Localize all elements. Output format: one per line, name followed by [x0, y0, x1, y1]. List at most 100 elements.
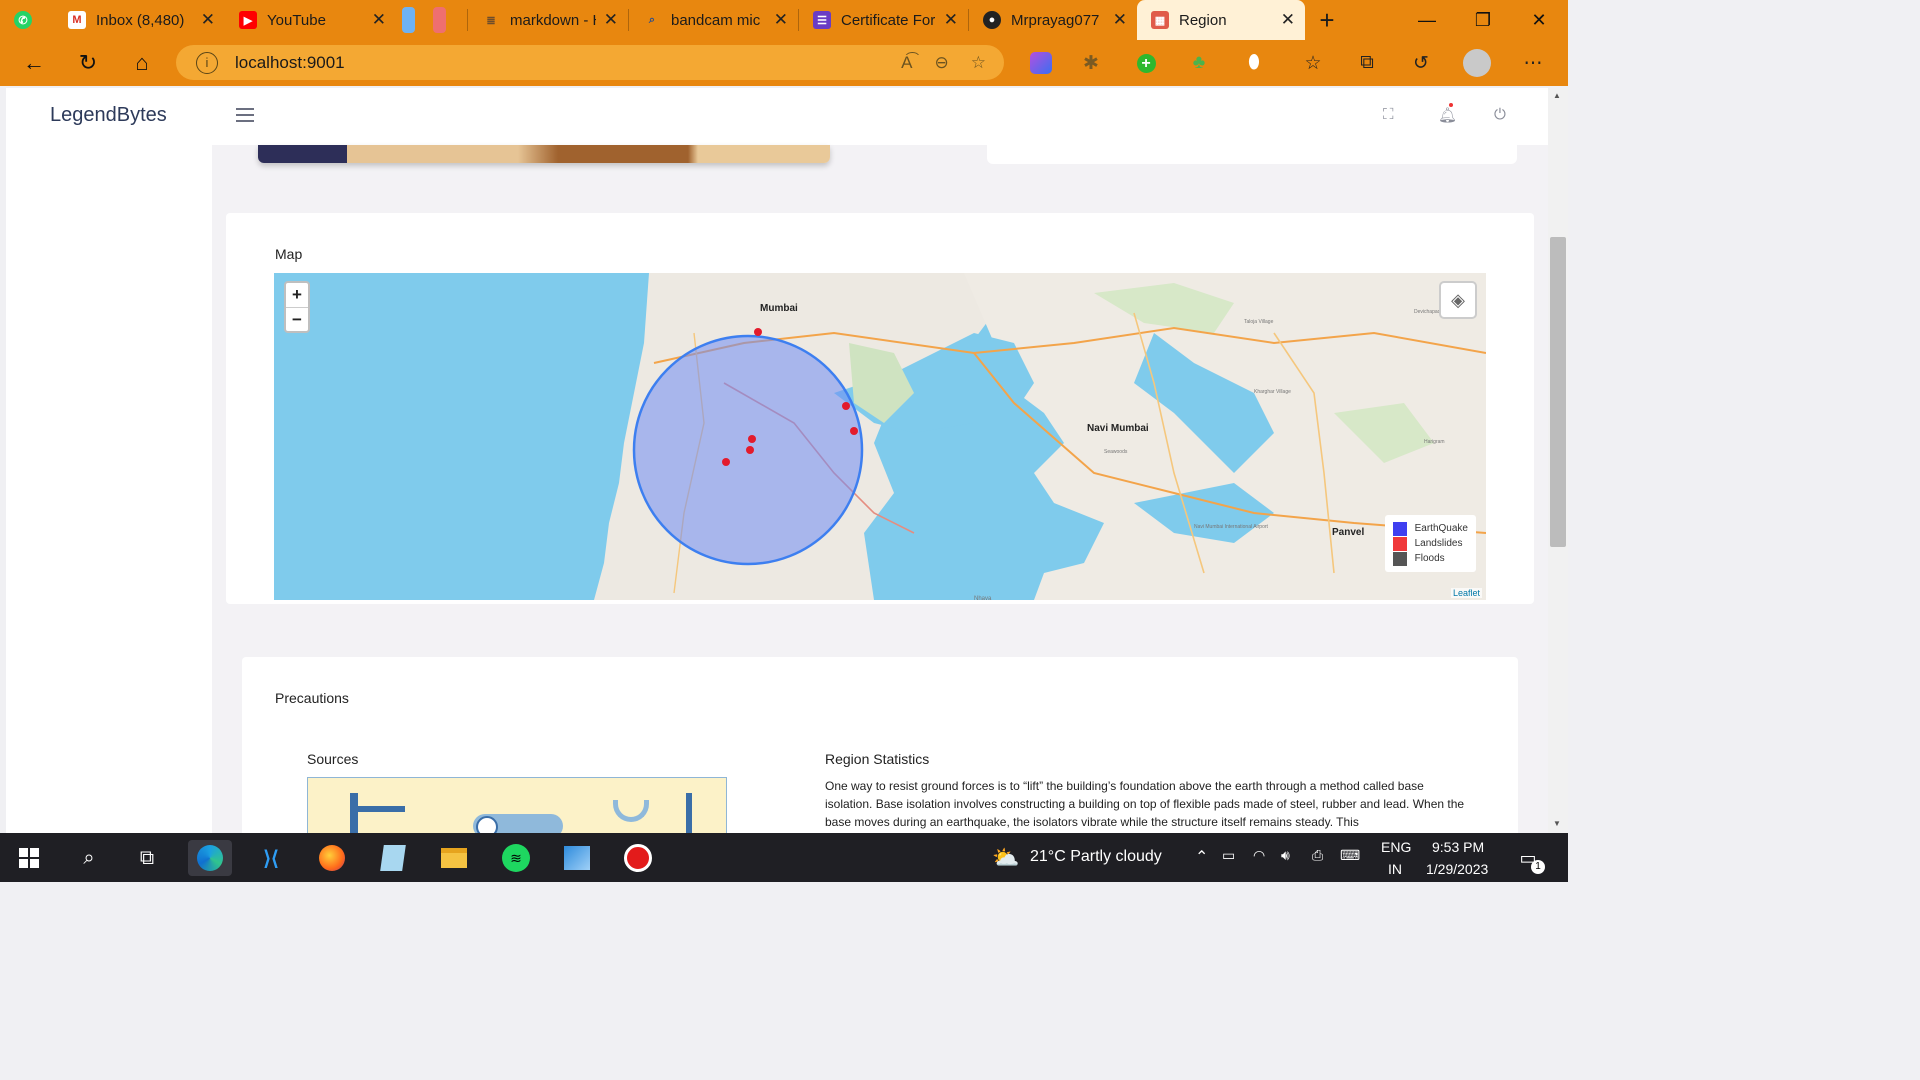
fullscreen-icon[interactable]: ⛶: [1383, 106, 1394, 123]
top-right-card: [987, 145, 1517, 164]
info-icon[interactable]: i: [196, 51, 218, 74]
wifi-icon[interactable]: ◠: [1253, 847, 1265, 864]
tab-pinned-blue[interactable]: [396, 0, 427, 40]
tab-title: Inbox (8,480): [96, 11, 185, 29]
language-bottom[interactable]: IN: [1388, 861, 1402, 877]
close-icon[interactable]: ✕: [1113, 10, 1127, 30]
svg-text:Seawoods: Seawoods: [1104, 449, 1128, 455]
bell-icon[interactable]: 🔔︎: [1438, 106, 1457, 124]
zoom-control: + −: [284, 281, 310, 333]
tab-inbox[interactable]: M Inbox (8,480) ✕: [54, 0, 225, 40]
legend-swatch-landslides: [1392, 536, 1407, 551]
read-aloud-icon[interactable]: A͡: [901, 53, 912, 73]
firefox-icon[interactable]: [314, 840, 350, 876]
close-icon[interactable]: ✕: [944, 10, 958, 30]
layers-control-icon[interactable]: ◈: [1439, 281, 1477, 319]
forms-icon: ☰: [813, 11, 831, 29]
power-icon[interactable]: ⏻: [1494, 106, 1506, 123]
close-icon[interactable]: ✕: [1281, 10, 1295, 30]
keyboard-icon[interactable]: ⌨: [1340, 847, 1360, 864]
windows-taskbar: ⌕ ⧉ ⟩⟨ ≋ ⛅ 21°C Partly cloudy ⌃ ▭ ◠ 🔊︎ ⎙…: [0, 833, 1568, 882]
top-navbar: LegendBytes ⛶ 🔔︎ ⏻: [6, 88, 1548, 145]
github-icon: ●: [983, 11, 1001, 29]
close-window-icon[interactable]: ✕: [1511, 0, 1567, 40]
tab-whatsapp[interactable]: ✆: [0, 0, 54, 40]
history-icon[interactable]: ↺: [1403, 40, 1439, 86]
restore-icon[interactable]: ❐: [1455, 0, 1511, 40]
tab-youtube[interactable]: ▶ YouTube ✕: [225, 0, 396, 40]
scroll-up-icon[interactable]: ▲: [1553, 91, 1561, 100]
profile-avatar[interactable]: [1459, 40, 1495, 86]
youtube-icon: ▶: [239, 11, 257, 29]
extension-icon-drop[interactable]: ⬮: [1236, 40, 1272, 86]
zoom-out-button[interactable]: −: [286, 307, 308, 331]
tab-github[interactable]: ● Mrprayag077 ✕: [969, 0, 1137, 40]
weather-text[interactable]: 21°C Partly cloudy: [1030, 848, 1162, 866]
hamburger-icon[interactable]: [236, 108, 254, 126]
battery-icon[interactable]: ▭: [1222, 847, 1235, 864]
clock-time[interactable]: 9:53 PM: [1432, 839, 1484, 855]
close-icon[interactable]: ✕: [201, 10, 215, 30]
tab-bandcam[interactable]: ⌕ bandcam mic ✕: [629, 0, 798, 40]
new-tab-button[interactable]: +: [1305, 0, 1349, 40]
tab-title: bandcam mic: [671, 11, 761, 29]
pinned-red-icon: [433, 7, 446, 33]
extension-icon-puzzle[interactable]: ✱: [1073, 40, 1109, 86]
vscode-icon[interactable]: ⟩⟨: [253, 840, 289, 876]
windows-start-icon[interactable]: [11, 840, 47, 876]
spotify-icon[interactable]: ≋: [498, 840, 534, 876]
legend-item: EarthQuake: [1392, 521, 1468, 536]
volume-icon[interactable]: 🔊︎: [1281, 847, 1290, 864]
home-icon[interactable]: ⌂: [117, 40, 167, 86]
tray-overflow-icon[interactable]: ⌃: [1195, 847, 1208, 867]
url-text[interactable]: localhost:9001: [235, 53, 345, 73]
tab-markdown[interactable]: ≣ markdown - H ✕: [468, 0, 628, 40]
close-icon[interactable]: ✕: [372, 10, 386, 30]
leaflet-attribution-link[interactable]: Leaflet: [1450, 588, 1482, 598]
map-label-panvel: Panvel: [1332, 527, 1365, 538]
scrollbar-thumb[interactable]: [1550, 237, 1566, 547]
tab-region[interactable]: ▦ Region ✕: [1137, 0, 1305, 40]
svg-text:Taloja Village: Taloja Village: [1244, 319, 1274, 325]
language-top[interactable]: ENG: [1381, 839, 1411, 855]
vertical-scrollbar[interactable]: ▲ ▼: [1548, 88, 1568, 833]
zoom-in-button[interactable]: +: [286, 283, 308, 307]
legend-label: EarthQuake: [1414, 523, 1468, 534]
close-icon[interactable]: ✕: [604, 10, 618, 30]
clock-date[interactable]: 1/29/2023: [1426, 861, 1488, 877]
tab-title: markdown - H: [510, 11, 596, 29]
recorder-icon[interactable]: [620, 840, 656, 876]
photos-icon[interactable]: [559, 840, 595, 876]
back-icon[interactable]: ←: [9, 40, 59, 86]
brand-logo[interactable]: LegendBytes: [50, 104, 167, 127]
favorites-icon[interactable]: ☆: [1295, 40, 1331, 86]
close-icon[interactable]: ✕: [774, 10, 788, 30]
notepad-icon[interactable]: [375, 840, 411, 876]
leaflet-map[interactable]: Taloja Village Kharghar Village Seawoods…: [274, 273, 1486, 600]
map-title: Map: [275, 246, 303, 262]
weather-icon[interactable]: ⛅: [988, 840, 1024, 876]
refresh-icon[interactable]: ↻: [63, 40, 113, 86]
page-viewport: LegendBytes ⛶ 🔔︎ ⏻ Map Taloja Village Kh…: [6, 88, 1548, 833]
tab-certificate[interactable]: ☰ Certificate For ✕: [799, 0, 968, 40]
extension-icon-green[interactable]: ♣: [1181, 40, 1217, 86]
tab-pinned-red[interactable]: [427, 0, 467, 40]
more-menu-icon[interactable]: ⋯: [1515, 40, 1551, 86]
zoom-icon[interactable]: ⊖: [935, 53, 949, 73]
file-explorer-icon[interactable]: [436, 840, 472, 876]
task-view-icon[interactable]: ⧉: [129, 840, 165, 876]
search-icon[interactable]: ⌕: [71, 840, 107, 876]
region-statistics-text: One way to resist ground forces is to “l…: [825, 779, 1465, 829]
meet-now-icon[interactable]: ⎙: [1312, 847, 1323, 864]
collections-icon[interactable]: ⧉: [1349, 40, 1385, 86]
minimize-icon[interactable]: —: [1399, 0, 1455, 40]
edge-icon[interactable]: [188, 840, 232, 876]
tab-strip: ✆ M Inbox (8,480) ✕ ▶ YouTube ✕ ≣ markdo…: [0, 0, 1568, 40]
add-favorite-icon[interactable]: ☆: [971, 53, 986, 73]
scroll-down-icon[interactable]: ▼: [1553, 819, 1561, 828]
omnibox[interactable]: i localhost:9001 A͡ ⊖ ☆: [176, 45, 1004, 80]
extension-icon-plus[interactable]: +: [1128, 40, 1164, 86]
extension-icon-purple[interactable]: [1023, 40, 1059, 86]
region-statistics-title: Region Statistics: [825, 751, 930, 767]
region-icon: ▦: [1151, 11, 1169, 29]
